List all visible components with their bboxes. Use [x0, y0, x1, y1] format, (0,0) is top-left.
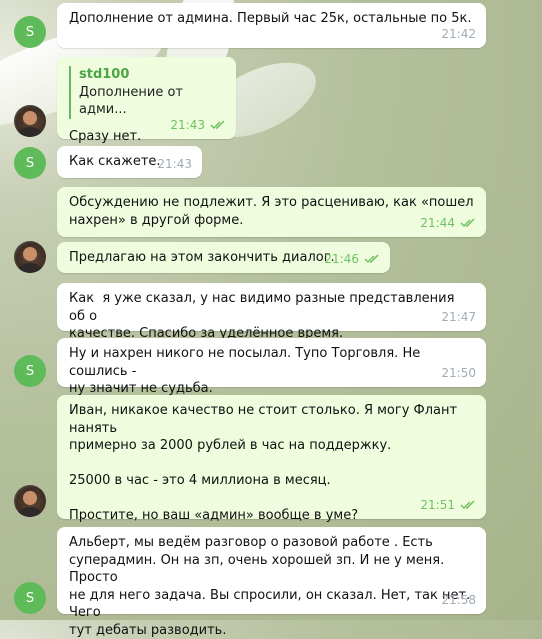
reply-author: std100	[79, 67, 130, 82]
message-time: 21:43	[157, 156, 192, 171]
message-time: 21:46	[324, 251, 359, 266]
double-check-icon	[460, 500, 475, 510]
avatar[interactable]: S	[14, 355, 46, 387]
message-time: 21:58	[441, 592, 476, 607]
message-meta: 21:42	[441, 26, 476, 44]
avatar[interactable]: S	[14, 582, 46, 614]
reply-quote[interactable]: std100 Дополнение от адми...	[69, 66, 224, 119]
message-bubble[interactable]: Предлагаю на этом закончить диалог. 21:4…	[57, 242, 390, 273]
message-text: Обсуждению не подлежит. Я это расцениваю…	[69, 195, 474, 228]
message-bubble[interactable]: std100 Дополнение от адми... Сразу нет. …	[57, 57, 236, 144]
message-meta: 21:58	[441, 592, 476, 610]
message-bubble[interactable]: Как скажете. 21:43	[57, 146, 202, 178]
message-bubble[interactable]: Обсуждению не подлежит. Я это расцениваю…	[57, 187, 486, 237]
message-text: Дополнение от админа. Первый час 25к, ос…	[69, 11, 472, 26]
message-text: Альберт, мы ведём разговор о разовой раб…	[69, 535, 471, 638]
chat-history[interactable]: S Дополнение от админа. Первый час 25к, …	[0, 0, 542, 638]
message-time: 21:47	[441, 309, 476, 324]
message-text: Как я уже сказал, у нас видимо разные пр…	[69, 291, 455, 341]
message-time: 21:44	[420, 215, 455, 230]
message-bubble[interactable]: Ну и нахрен никого не посылал. Тупо Торг…	[57, 338, 486, 396]
avatar[interactable]	[14, 241, 46, 273]
message-text: Иван, никакое качество не стоит столько.…	[69, 403, 458, 523]
double-check-icon	[364, 254, 379, 264]
message-time: 21:50	[441, 365, 476, 380]
message-meta: 21:47	[441, 309, 476, 327]
person-photo-icon	[18, 247, 42, 273]
message-text: Ну и нахрен никого не посылал. Тупо Торг…	[69, 346, 421, 396]
message-meta: 21:43	[157, 156, 192, 174]
message-time: 21:51	[420, 497, 455, 512]
avatar[interactable]	[14, 485, 46, 517]
person-photo-icon	[18, 491, 42, 517]
message-time: 21:42	[441, 26, 476, 41]
reply-text: Дополнение от адми...	[79, 84, 183, 118]
message-bubble[interactable]: Альберт, мы ведём разговор о разовой раб…	[57, 527, 486, 638]
message-meta: 21:50	[441, 365, 476, 383]
double-check-icon	[460, 218, 475, 228]
message-meta: 21:51	[420, 497, 476, 515]
person-photo-icon	[18, 111, 42, 137]
avatar[interactable]: S	[14, 16, 46, 48]
double-check-icon	[210, 120, 225, 130]
message-meta: 21:43	[170, 117, 226, 135]
avatar[interactable]	[14, 105, 46, 137]
message-bubble[interactable]: Как я уже сказал, у нас видимо разные пр…	[57, 283, 486, 341]
message-bubble[interactable]: Иван, никакое качество не стоит столько.…	[57, 395, 486, 523]
message-meta: 21:44	[420, 215, 476, 233]
message-time: 21:43	[170, 117, 205, 132]
avatar[interactable]: S	[14, 147, 46, 179]
message-bubble[interactable]: Дополнение от админа. Первый час 25к, ос…	[57, 3, 486, 48]
message-meta: 21:46	[324, 251, 380, 269]
